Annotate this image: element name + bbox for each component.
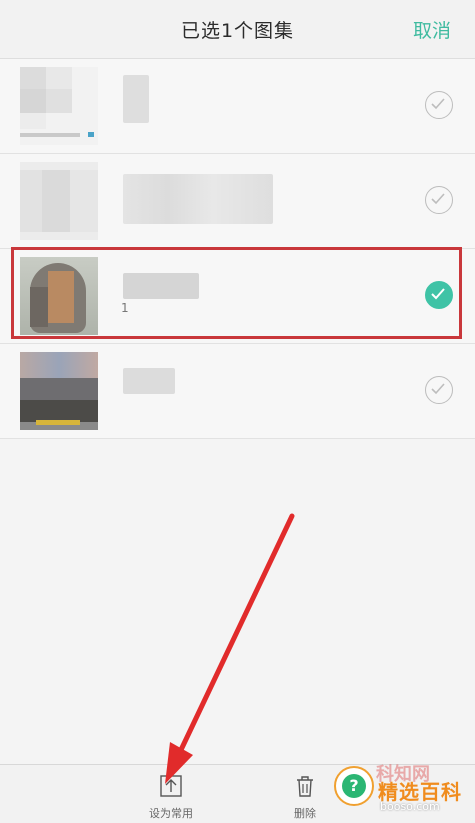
album-title-blurred [123,75,149,123]
album-row-selected[interactable]: 1 [0,249,475,344]
check-icon [431,383,445,395]
album-count: 1 [121,301,129,315]
album-title-blurred [123,368,175,394]
set-common-button[interactable]: 设为常用 [126,773,216,821]
trash-icon [297,776,313,797]
select-checkbox[interactable] [425,91,453,119]
set-common-label: 设为常用 [149,807,193,820]
top-bar: 已选1个图集 取消 [0,0,475,59]
album-thumbnail [20,162,98,240]
album-title-blurred [123,174,273,224]
album-title-blurred [123,273,199,299]
album-row[interactable] [0,59,475,154]
watermark-domain: booso.com [380,800,440,813]
question-icon: ? [342,774,366,798]
select-checkbox[interactable] [425,376,453,404]
watermark: 科知网 ? 精选百科 booso.com [318,758,475,822]
select-checkbox[interactable] [425,186,453,214]
album-row[interactable] [0,154,475,249]
select-checkbox-checked[interactable] [425,281,453,309]
page-title: 已选1个图集 [180,20,295,42]
album-row[interactable] [0,344,475,439]
check-icon [431,193,445,205]
watermark-logo: ? [334,766,374,806]
album-thumbnail [20,257,98,335]
check-icon [431,98,445,110]
check-icon [431,288,445,300]
upload-icon [160,775,182,797]
album-thumbnail [20,67,98,145]
album-thumbnail [20,352,98,430]
album-list: 1 [0,59,475,439]
cancel-button[interactable]: 取消 [413,16,451,43]
